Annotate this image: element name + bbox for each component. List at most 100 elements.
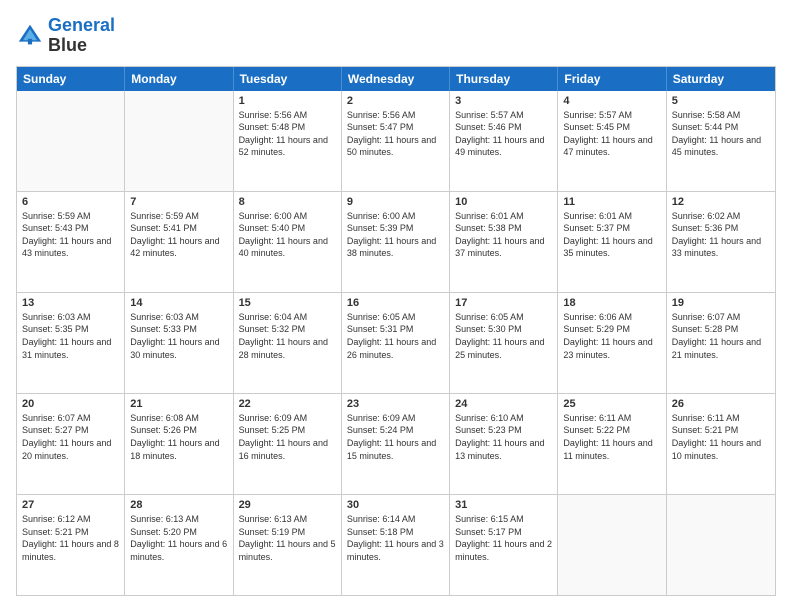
day-info: Sunrise: 6:07 AM Sunset: 5:27 PM Dayligh… bbox=[22, 412, 119, 462]
day-info: Sunrise: 5:56 AM Sunset: 5:47 PM Dayligh… bbox=[347, 109, 444, 159]
calendar-cell: 31 Sunrise: 6:15 AM Sunset: 5:17 PM Dayli… bbox=[450, 495, 558, 595]
day-number: 8 bbox=[239, 196, 336, 208]
day-number: 4 bbox=[563, 95, 660, 107]
calendar-cell: 2 Sunrise: 5:56 AM Sunset: 5:47 PM Daylig… bbox=[342, 91, 450, 191]
day-number: 26 bbox=[672, 398, 770, 410]
day-number: 23 bbox=[347, 398, 444, 410]
logo-text: General Blue bbox=[48, 16, 115, 56]
weekday-header: Thursday bbox=[450, 67, 558, 91]
day-info: Sunrise: 6:02 AM Sunset: 5:36 PM Dayligh… bbox=[672, 210, 770, 260]
calendar-cell: 19 Sunrise: 6:07 AM Sunset: 5:28 PM Dayli… bbox=[667, 293, 775, 393]
day-number: 3 bbox=[455, 95, 552, 107]
calendar-cell: 21 Sunrise: 6:08 AM Sunset: 5:26 PM Dayli… bbox=[125, 394, 233, 494]
day-number: 24 bbox=[455, 398, 552, 410]
day-number: 27 bbox=[22, 499, 119, 511]
day-number: 10 bbox=[455, 196, 552, 208]
day-info: Sunrise: 6:00 AM Sunset: 5:39 PM Dayligh… bbox=[347, 210, 444, 260]
day-number: 12 bbox=[672, 196, 770, 208]
day-number: 30 bbox=[347, 499, 444, 511]
logo: General Blue bbox=[16, 16, 115, 56]
calendar-row: 20Sunrise: 6:07 AM Sunset: 5:27 PM Dayli… bbox=[17, 394, 775, 495]
day-info: Sunrise: 6:11 AM Sunset: 5:21 PM Dayligh… bbox=[672, 412, 770, 462]
weekday-header: Tuesday bbox=[234, 67, 342, 91]
calendar-cell: 25 Sunrise: 6:11 AM Sunset: 5:22 PM Dayli… bbox=[558, 394, 666, 494]
day-info: Sunrise: 6:13 AM Sunset: 5:19 PM Dayligh… bbox=[239, 513, 336, 563]
calendar-cell bbox=[125, 91, 233, 191]
day-number: 31 bbox=[455, 499, 552, 511]
weekday-header: Monday bbox=[125, 67, 233, 91]
day-number: 18 bbox=[563, 297, 660, 309]
day-info: Sunrise: 6:03 AM Sunset: 5:33 PM Dayligh… bbox=[130, 311, 227, 361]
day-info: Sunrise: 6:07 AM Sunset: 5:28 PM Dayligh… bbox=[672, 311, 770, 361]
day-number: 7 bbox=[130, 196, 227, 208]
calendar-cell: 3 Sunrise: 5:57 AM Sunset: 5:46 PM Daylig… bbox=[450, 91, 558, 191]
day-number: 15 bbox=[239, 297, 336, 309]
calendar-row: 27Sunrise: 6:12 AM Sunset: 5:21 PM Dayli… bbox=[17, 495, 775, 595]
day-number: 1 bbox=[239, 95, 336, 107]
calendar-cell: 11 Sunrise: 6:01 AM Sunset: 5:37 PM Dayli… bbox=[558, 192, 666, 292]
day-number: 11 bbox=[563, 196, 660, 208]
day-info: Sunrise: 6:11 AM Sunset: 5:22 PM Dayligh… bbox=[563, 412, 660, 462]
calendar-cell: 16Sunrise: 6:05 AM Sunset: 5:31 PM Dayli… bbox=[342, 293, 450, 393]
calendar-cell: 5 Sunrise: 5:58 AM Sunset: 5:44 PM Daylig… bbox=[667, 91, 775, 191]
calendar-cell: 27Sunrise: 6:12 AM Sunset: 5:21 PM Dayli… bbox=[17, 495, 125, 595]
day-number: 6 bbox=[22, 196, 119, 208]
day-info: Sunrise: 5:59 AM Sunset: 5:43 PM Dayligh… bbox=[22, 210, 119, 260]
day-number: 14 bbox=[130, 297, 227, 309]
calendar-cell: 17 Sunrise: 6:05 AM Sunset: 5:30 PM Dayli… bbox=[450, 293, 558, 393]
calendar-cell: 30 Sunrise: 6:14 AM Sunset: 5:18 PM Dayli… bbox=[342, 495, 450, 595]
day-info: Sunrise: 6:15 AM Sunset: 5:17 PM Dayligh… bbox=[455, 513, 552, 563]
day-number: 22 bbox=[239, 398, 336, 410]
calendar-row: 1 Sunrise: 5:56 AM Sunset: 5:48 PM Daylig… bbox=[17, 91, 775, 192]
calendar-cell: 7 Sunrise: 5:59 AM Sunset: 5:41 PM Daylig… bbox=[125, 192, 233, 292]
day-info: Sunrise: 5:59 AM Sunset: 5:41 PM Dayligh… bbox=[130, 210, 227, 260]
calendar-cell: 28Sunrise: 6:13 AM Sunset: 5:20 PM Dayli… bbox=[125, 495, 233, 595]
weekday-header: Sunday bbox=[17, 67, 125, 91]
day-number: 21 bbox=[130, 398, 227, 410]
calendar-cell: 13 Sunrise: 6:03 AM Sunset: 5:35 PM Dayli… bbox=[17, 293, 125, 393]
day-number: 13 bbox=[22, 297, 119, 309]
calendar-cell: 26 Sunrise: 6:11 AM Sunset: 5:21 PM Dayli… bbox=[667, 394, 775, 494]
calendar-cell: 23Sunrise: 6:09 AM Sunset: 5:24 PM Dayli… bbox=[342, 394, 450, 494]
calendar-cell: 1 Sunrise: 5:56 AM Sunset: 5:48 PM Daylig… bbox=[234, 91, 342, 191]
calendar-cell: 6 Sunrise: 5:59 AM Sunset: 5:43 PM Daylig… bbox=[17, 192, 125, 292]
day-info: Sunrise: 5:58 AM Sunset: 5:44 PM Dayligh… bbox=[672, 109, 770, 159]
calendar-cell: 14 Sunrise: 6:03 AM Sunset: 5:33 PM Dayli… bbox=[125, 293, 233, 393]
day-number: 29 bbox=[239, 499, 336, 511]
day-info: Sunrise: 5:57 AM Sunset: 5:46 PM Dayligh… bbox=[455, 109, 552, 159]
calendar-cell: 4 Sunrise: 5:57 AM Sunset: 5:45 PM Daylig… bbox=[558, 91, 666, 191]
calendar-row: 6 Sunrise: 5:59 AM Sunset: 5:43 PM Daylig… bbox=[17, 192, 775, 293]
calendar-cell: 22 Sunrise: 6:09 AM Sunset: 5:25 PM Dayli… bbox=[234, 394, 342, 494]
day-info: Sunrise: 6:13 AM Sunset: 5:20 PM Dayligh… bbox=[130, 513, 227, 563]
day-info: Sunrise: 6:09 AM Sunset: 5:25 PM Dayligh… bbox=[239, 412, 336, 462]
day-info: Sunrise: 6:03 AM Sunset: 5:35 PM Dayligh… bbox=[22, 311, 119, 361]
day-info: Sunrise: 6:01 AM Sunset: 5:37 PM Dayligh… bbox=[563, 210, 660, 260]
calendar: SundayMondayTuesdayWednesdayThursdayFrid… bbox=[16, 66, 776, 596]
day-number: 17 bbox=[455, 297, 552, 309]
calendar-header: SundayMondayTuesdayWednesdayThursdayFrid… bbox=[17, 67, 775, 91]
weekday-header: Wednesday bbox=[342, 67, 450, 91]
day-info: Sunrise: 6:08 AM Sunset: 5:26 PM Dayligh… bbox=[130, 412, 227, 462]
calendar-cell bbox=[17, 91, 125, 191]
day-number: 19 bbox=[672, 297, 770, 309]
calendar-cell bbox=[558, 495, 666, 595]
day-info: Sunrise: 6:05 AM Sunset: 5:31 PM Dayligh… bbox=[347, 311, 444, 361]
day-info: Sunrise: 6:05 AM Sunset: 5:30 PM Dayligh… bbox=[455, 311, 552, 361]
calendar-cell: 12 Sunrise: 6:02 AM Sunset: 5:36 PM Dayli… bbox=[667, 192, 775, 292]
day-info: Sunrise: 6:14 AM Sunset: 5:18 PM Dayligh… bbox=[347, 513, 444, 563]
day-info: Sunrise: 6:00 AM Sunset: 5:40 PM Dayligh… bbox=[239, 210, 336, 260]
calendar-cell: 20Sunrise: 6:07 AM Sunset: 5:27 PM Dayli… bbox=[17, 394, 125, 494]
day-number: 25 bbox=[563, 398, 660, 410]
calendar-cell: 8 Sunrise: 6:00 AM Sunset: 5:40 PM Daylig… bbox=[234, 192, 342, 292]
day-number: 2 bbox=[347, 95, 444, 107]
calendar-cell: 18Sunrise: 6:06 AM Sunset: 5:29 PM Dayli… bbox=[558, 293, 666, 393]
calendar-cell: 29 Sunrise: 6:13 AM Sunset: 5:19 PM Dayli… bbox=[234, 495, 342, 595]
day-number: 5 bbox=[672, 95, 770, 107]
weekday-header: Friday bbox=[558, 67, 666, 91]
day-info: Sunrise: 5:57 AM Sunset: 5:45 PM Dayligh… bbox=[563, 109, 660, 159]
page: General Blue SundayMondayTuesdayWednesda… bbox=[0, 0, 792, 612]
calendar-cell: 15Sunrise: 6:04 AM Sunset: 5:32 PM Dayli… bbox=[234, 293, 342, 393]
day-info: Sunrise: 5:56 AM Sunset: 5:48 PM Dayligh… bbox=[239, 109, 336, 159]
weekday-header: Saturday bbox=[667, 67, 775, 91]
day-info: Sunrise: 6:10 AM Sunset: 5:23 PM Dayligh… bbox=[455, 412, 552, 462]
